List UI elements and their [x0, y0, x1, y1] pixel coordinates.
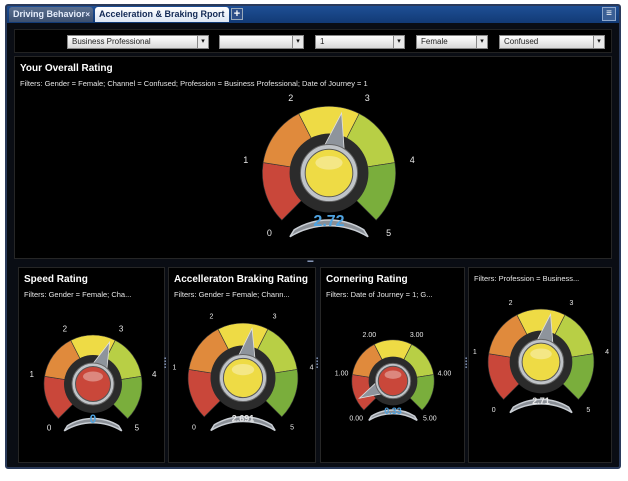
accel-braking-rating-gauge: 0 1 2 3 4 5 2.691 — [172, 314, 314, 432]
gauge-tick-label: 0 — [267, 228, 272, 238]
gauge-center-highlight — [231, 364, 255, 376]
overall-rating-panel: Your Overall Rating Filters: Gender = Fe… — [14, 56, 612, 259]
chevron-down-icon[interactable]: ▾ — [197, 36, 208, 48]
close-icon[interactable]: × — [85, 7, 90, 22]
tab-acceleration-braking-report[interactable]: Acceleration & Braking Rport — [95, 7, 229, 22]
gauge-value-label: 0.33 — [384, 406, 402, 416]
date-of-journey-dropdown[interactable]: 1 ▾ — [315, 35, 405, 49]
cornering-rating-gauge: 0.00 1.00 2.00 3.00 4.00 5.00 0.33 — [335, 332, 452, 422]
gender-dropdown[interactable]: Female ▾ — [416, 35, 488, 49]
gauge-tick-label: 0 — [492, 407, 496, 414]
tab-label: Acceleration & Braking Rport — [99, 9, 225, 19]
profession-rating-panel: Filters: Profession = Business... 012345… — [468, 267, 612, 463]
gauge-tick-label: 5 — [386, 228, 391, 238]
gauge-tick-label: 5 — [290, 425, 294, 432]
gauge-value-label: 2.691 — [232, 414, 255, 424]
channel-dropdown[interactable]: Confused ▾ — [499, 35, 605, 49]
gauge-tick-label: 0 — [192, 425, 196, 432]
accel-braking-rating-panel: Accelleraton Braking Rating Filters: Gen… — [168, 267, 316, 463]
gauge-value-label: 2.71 — [532, 396, 550, 406]
gauge-center-highlight — [384, 370, 402, 379]
gauge-tick-label: 2 — [288, 93, 293, 103]
gauge-tick-label: 0.00 — [349, 415, 363, 422]
gauge-tick-label: 3 — [365, 93, 370, 103]
speed-rating-gauge: 0 1 2 3 4 5 0 — [30, 325, 157, 433]
profession-rating-gauge: 0 1 2 3 4 5 2.71 — [473, 300, 609, 414]
gauge-center-highlight — [315, 156, 343, 170]
chevron-down-icon[interactable]: ▾ — [393, 36, 404, 48]
speed-rating-panel: Speed Rating Filters: Gender = Female; C… — [18, 267, 165, 463]
gauge-tick-label: 5 — [586, 407, 590, 414]
gauge-tick-label: 3 — [119, 325, 124, 334]
gauge-tick-label: 4 — [410, 155, 415, 165]
gauge-tick-label: 1.00 — [335, 370, 349, 377]
gauge-tick-label: 1 — [243, 155, 248, 165]
gauge-tick-label: 2 — [63, 325, 68, 334]
gauge-tick-label: 4 — [152, 370, 157, 379]
gauge-tick-label: 4.00 — [438, 370, 452, 377]
gauge-value-label: 0 — [90, 412, 97, 426]
gauge-tick-label: 1 — [30, 370, 35, 379]
gauge-tick-label: 0 — [47, 424, 52, 433]
gauge-tick-label: 5 — [135, 424, 140, 433]
gauge-tick-label: 2 — [210, 314, 214, 321]
gauge-center-highlight — [83, 371, 103, 382]
blank-dropdown[interactable]: ▾ — [219, 35, 304, 49]
gauge-tick-label: 1 — [172, 365, 176, 372]
panel-menu-icon[interactable]: ≡ — [602, 7, 616, 21]
gauge-tick-label: 3 — [569, 300, 573, 307]
profession-value: Business Professional — [72, 37, 151, 46]
gauge-tick-label: 5.00 — [423, 415, 437, 422]
profession-dropdown[interactable]: Business Professional ▾ — [67, 35, 209, 49]
gauge-tick-label: 3 — [273, 314, 277, 321]
cornering-rating-panel: Cornering Rating Filters: Date of Journe… — [320, 267, 465, 463]
add-tab-button[interactable]: + — [231, 8, 243, 20]
chevron-down-icon[interactable]: ▾ — [593, 36, 604, 48]
gauge-tick-label: 1 — [473, 349, 477, 356]
dashboard-window: Driving Behavior × Acceleration & Brakin… — [5, 4, 621, 469]
gauge-tick-label: 2 — [509, 300, 513, 307]
gauge-tick-label: 4 — [605, 349, 609, 356]
resize-handle-horizontal[interactable]: ▪▪▪▪▪ — [307, 259, 314, 265]
channel-value: Confused — [504, 37, 539, 46]
gauge-tick-label: 4 — [310, 365, 314, 372]
gender-value: Female — [421, 37, 448, 46]
gauge-center-highlight — [530, 348, 552, 360]
tab-bar: Driving Behavior × Acceleration & Brakin… — [7, 6, 619, 23]
chevron-down-icon[interactable]: ▾ — [476, 36, 487, 48]
overall-rating-gauge: 0 1 2 3 4 5 2.72 — [243, 93, 415, 238]
gauge-tick-label: 3.00 — [410, 332, 424, 339]
gauge-tick-label: 2.00 — [363, 332, 377, 339]
tab-label: Driving Behavior — [13, 9, 86, 19]
chevron-down-icon[interactable]: ▾ — [292, 36, 303, 48]
tab-driving-behavior[interactable]: Driving Behavior × — [9, 7, 93, 22]
gauge-value-label: 2.72 — [313, 213, 344, 230]
filter-bar: Business Professional ▾ ▾ 1 ▾ Female ▾ C… — [14, 29, 612, 53]
date-of-journey-value: 1 — [320, 37, 325, 46]
